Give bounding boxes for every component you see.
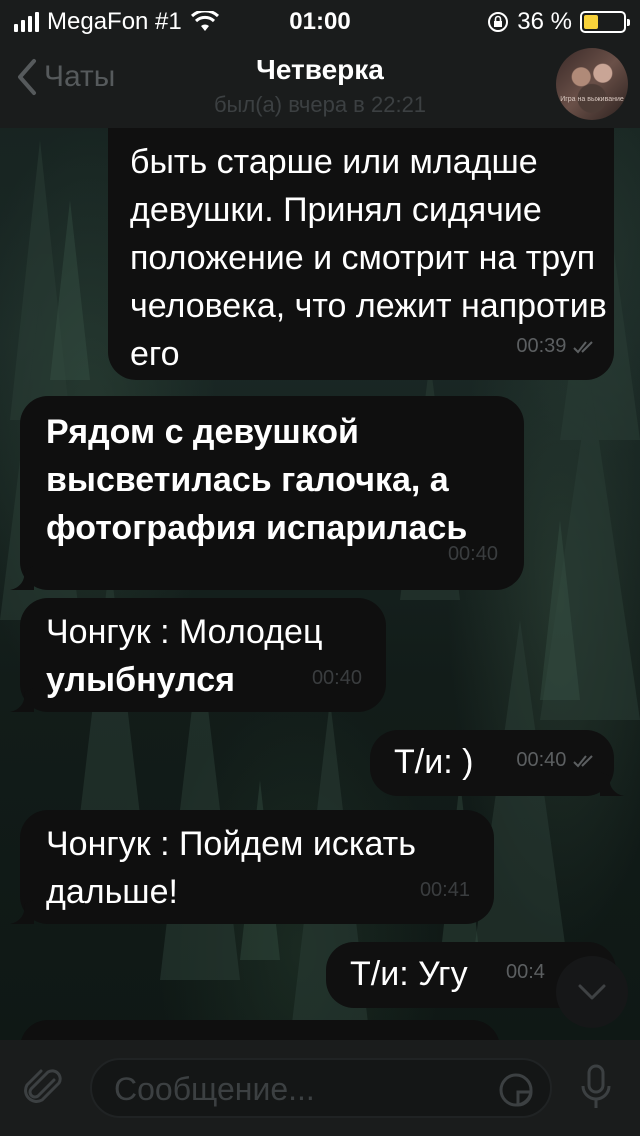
- bubble-tail: [10, 566, 34, 590]
- message-time: 00:40: [447, 543, 498, 565]
- bubble-tail: [10, 688, 34, 712]
- sticker-icon[interactable]: [498, 1072, 534, 1108]
- paperclip-icon[interactable]: [24, 1066, 64, 1110]
- bubble-tail: [10, 900, 34, 924]
- message-text: Т/и: Угу: [350, 955, 468, 993]
- message-incoming[interactable]: Чонгук : Молодец улыбнулся 00:40: [10, 598, 386, 712]
- message-text: Чонгук : Молодец: [46, 613, 323, 651]
- battery-level: [584, 15, 598, 29]
- message-input[interactable]: [114, 1068, 474, 1110]
- message-outgoing[interactable]: Т/и: ) 00:40: [370, 730, 624, 796]
- chat-header: Чаты Четверка был(а) вчера в 22:21 Игра …: [0, 40, 640, 128]
- message-time: 00:40: [311, 667, 362, 689]
- message-time: 00:41: [419, 879, 470, 901]
- message-time: 00:40: [516, 736, 600, 784]
- chat-title[interactable]: Четверка: [0, 54, 640, 86]
- message-text: Т/и: ): [394, 743, 474, 781]
- read-checks-icon: [573, 341, 593, 354]
- message-incoming[interactable]: Чонгук : Пойдем искать дальше! 00:41: [10, 810, 494, 924]
- message-outgoing[interactable]: быть старше или младше девушки. Принял с…: [108, 100, 614, 380]
- message-text: Рядом с девушкой высветилась галочка, а …: [46, 413, 468, 547]
- read-checks-icon: [573, 755, 593, 768]
- status-right: 36 %: [487, 8, 630, 36]
- avatar[interactable]: Игра на выживание: [556, 48, 628, 120]
- bubble-tail: [600, 772, 624, 796]
- rotation-lock-icon: [488, 12, 509, 32]
- chevron-down-icon: [578, 984, 606, 1000]
- microphone-icon[interactable]: [580, 1064, 612, 1112]
- scroll-down-button[interactable]: [556, 956, 628, 1028]
- status-bar: MegaFon #1 01:00 36 %: [0, 0, 640, 40]
- battery-icon: [580, 11, 630, 33]
- input-bar: [0, 1040, 640, 1136]
- message-time: 00:4: [506, 961, 545, 983]
- battery-percent: 36 %: [517, 8, 572, 35]
- message-incoming[interactable]: Рядом с девушкой высветилась галочка, а …: [10, 396, 524, 590]
- message-field[interactable]: [90, 1058, 552, 1118]
- avatar-caption: Игра на выживание: [560, 96, 624, 103]
- message-time: 00:39: [516, 322, 600, 370]
- chat-last-seen: был(а) вчера в 22:21: [213, 92, 427, 117]
- message-text-bold: улыбнулся: [46, 661, 235, 699]
